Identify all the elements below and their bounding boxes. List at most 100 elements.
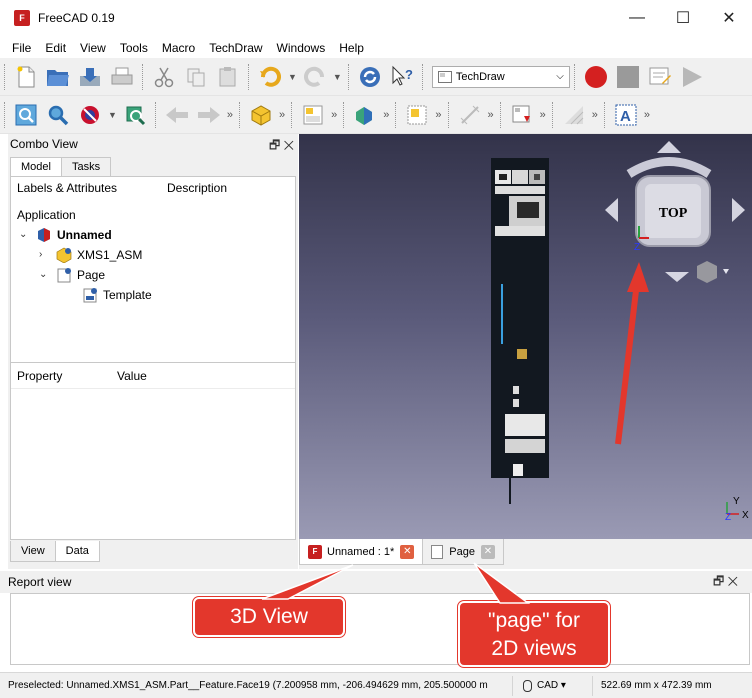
toolbar-overflow-icon[interactable]: » (592, 109, 598, 121)
insert-view-icon[interactable] (352, 102, 378, 128)
dock-float-close-icon[interactable]: 🗗 ✕ (269, 136, 294, 157)
tree-item-template[interactable]: Template (77, 284, 152, 305)
draw-style-icon[interactable] (77, 102, 103, 128)
tree-item-label: Unnamed (57, 227, 112, 242)
menu-windows[interactable]: Windows (270, 41, 333, 55)
menu-tools[interactable]: Tools (113, 41, 155, 55)
axis-x-label: X (742, 510, 749, 521)
menu-help[interactable]: Help (332, 41, 371, 55)
record-macro-icon[interactable] (583, 64, 609, 90)
toolbar-overflow-icon[interactable]: » (227, 109, 233, 121)
title-bar: F FreeCAD 0.19 — ☐ ✕ (0, 0, 752, 36)
toolbar-overflow-icon[interactable]: » (435, 109, 441, 121)
refresh-icon[interactable] (357, 64, 383, 90)
report-view-title-bar: Report view 🗗 ✕ (0, 571, 752, 593)
combo-tabs: Model Tasks (8, 154, 298, 176)
navigation-cube[interactable]: TOP Z (605, 141, 745, 283)
export-page-icon[interactable] (509, 102, 535, 128)
redo-dropdown-icon[interactable]: ▼ (333, 72, 342, 82)
redo-icon[interactable] (302, 64, 328, 90)
undo-dropdown-icon[interactable]: ▼ (288, 72, 297, 82)
maximize-button[interactable]: ☐ (660, 0, 706, 36)
menu-edit[interactable]: Edit (38, 41, 73, 55)
cut-icon[interactable] (151, 64, 177, 90)
new-document-icon[interactable] (13, 64, 39, 90)
tree-item-label: XMS1_ASM (77, 247, 143, 262)
back-arrow-icon[interactable] (164, 102, 190, 128)
3d-model[interactable] (491, 158, 549, 504)
toolbar-separator (248, 63, 250, 90)
menu-view[interactable]: View (73, 41, 113, 55)
bounding-box-icon[interactable] (122, 102, 148, 128)
toolbar-separator (421, 63, 424, 90)
toolbar-overflow-icon[interactable]: » (644, 109, 650, 121)
toolbar-overflow-icon[interactable]: » (540, 109, 546, 121)
report-view-output[interactable] (10, 593, 750, 665)
report-view-title: Report view (8, 575, 72, 589)
minimize-button[interactable]: — (614, 0, 660, 36)
menu-file[interactable]: File (0, 41, 38, 55)
prop-col-value[interactable]: Value (111, 369, 147, 383)
forward-arrow-icon[interactable] (196, 102, 222, 128)
tree-root-label: Application (17, 207, 76, 222)
main-toolbar: ▼ ▼ ? TechDraw ⌵ (0, 58, 752, 96)
document-icon (38, 227, 50, 242)
fit-selection-icon[interactable] (45, 102, 71, 128)
copy-icon[interactable] (183, 64, 209, 90)
open-folder-icon[interactable] (45, 64, 71, 90)
tree-col-labels[interactable]: Labels & Attributes (11, 181, 161, 195)
tab-tasks[interactable]: Tasks (60, 157, 112, 176)
navigation-style-label: CAD ▾ (537, 680, 566, 691)
toolbar-overflow-icon[interactable]: » (383, 109, 389, 121)
navigation-style-selector[interactable]: CAD ▾ (512, 675, 592, 696)
svg-text:A: A (620, 108, 631, 125)
menu-techdraw[interactable]: TechDraw (202, 41, 269, 55)
paste-icon[interactable] (215, 64, 241, 90)
chevron-down-icon: ⌵ (556, 71, 564, 82)
stop-macro-icon[interactable] (615, 64, 641, 90)
toolbar-overflow-icon[interactable]: » (331, 109, 337, 121)
tree-col-description[interactable]: Description (161, 181, 227, 195)
chevron-down-icon[interactable]: ⌄ (39, 269, 51, 280)
part-icon (56, 247, 72, 263)
tab-model[interactable]: Model (10, 157, 62, 176)
axis-triad: Y Z X (725, 496, 749, 523)
tab-data[interactable]: Data (54, 541, 100, 562)
tree-item-page[interactable]: ⌄ Page (39, 264, 105, 285)
chevron-down-icon[interactable]: ⌄ (19, 229, 31, 240)
insert-page-icon[interactable] (300, 102, 326, 128)
print-icon[interactable] (109, 64, 135, 90)
save-icon[interactable] (77, 64, 103, 90)
run-macro-icon[interactable] (679, 64, 705, 90)
dimension-icon[interactable] (457, 102, 483, 128)
tree-item-label: Template (103, 287, 152, 302)
chevron-right-icon[interactable]: › (39, 249, 51, 260)
annotation-icon[interactable]: A (613, 102, 639, 128)
menu-macro[interactable]: Macro (155, 41, 202, 55)
toolbar-grip[interactable] (4, 101, 6, 128)
projection-group-icon[interactable] (404, 102, 430, 128)
tree-item-unnamed[interactable]: ⌄ Unnamed (19, 224, 112, 245)
fit-all-icon[interactable] (13, 102, 39, 128)
dock-float-close-icon[interactable]: 🗗 ✕ (713, 572, 738, 593)
close-window-button[interactable]: ✕ (706, 0, 752, 36)
toolbar-overflow-icon[interactable]: » (488, 109, 494, 121)
edit-macro-icon[interactable] (647, 64, 673, 90)
tree-item-xms1-asm[interactable]: › XMS1_ASM (39, 244, 142, 265)
whats-this-icon[interactable]: ? (389, 64, 415, 90)
close-tab-icon[interactable]: ✕ (480, 544, 495, 559)
tab-3d-view[interactable]: F Unnamed : 1* ✕ (299, 539, 424, 565)
undo-icon[interactable] (257, 64, 283, 90)
3d-viewport[interactable]: TOP Z Y Z X (299, 134, 752, 539)
hatch-icon[interactable] (561, 102, 587, 128)
part-box-icon[interactable] (248, 102, 274, 128)
tab-page[interactable]: Page ✕ (422, 539, 504, 565)
workbench-selector[interactable]: TechDraw ⌵ (431, 65, 570, 88)
toolbar-overflow-icon[interactable]: » (279, 109, 285, 121)
tab-view[interactable]: View (10, 541, 56, 562)
prop-col-property[interactable]: Property (11, 369, 111, 383)
draw-style-dropdown-icon[interactable]: ▼ (108, 110, 117, 120)
property-tabs: View Data (8, 541, 100, 569)
close-tab-icon[interactable]: ✕ (400, 544, 415, 559)
toolbar-grip[interactable] (4, 63, 6, 90)
